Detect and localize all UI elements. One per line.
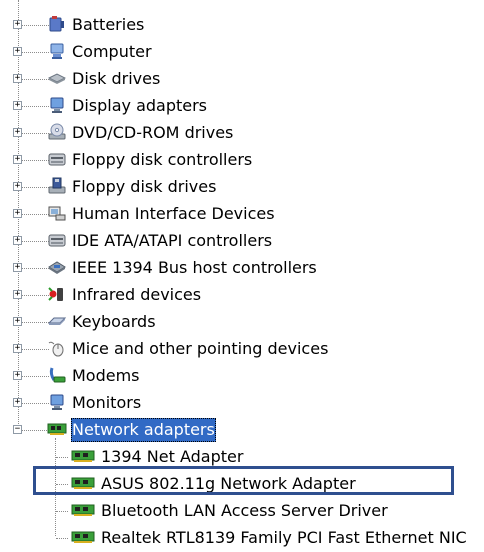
tree-item-keyboards[interactable]: + Keyboards [0, 309, 484, 336]
tree-item-bluetooth-lan-access-server-driver[interactable]: Bluetooth LAN Access Server Driver [0, 498, 484, 525]
expand-icon[interactable]: + [13, 371, 22, 380]
computer-icon [47, 42, 67, 62]
tree-item-realtek-rtl8139-family-pci-fast-ethernet-nic[interactable]: Realtek RTL8139 Family PCI Fast Ethernet… [0, 525, 484, 552]
expand-icon[interactable]: + [13, 20, 22, 29]
tree-item-modems[interactable]: + Modems [0, 363, 484, 390]
expand-icon[interactable]: + [13, 344, 22, 353]
tree-item-label: Batteries [72, 15, 145, 34]
collapse-icon[interactable]: − [13, 425, 22, 434]
expand-icon[interactable]: + [13, 47, 22, 56]
hid-icon [47, 204, 67, 224]
battery-icon [47, 15, 67, 35]
expand-icon[interactable]: + [13, 236, 22, 245]
tree-item-ide-ata-atapi-controllers[interactable]: + IDE ATA/ATAPI controllers [0, 228, 484, 255]
expand-icon[interactable]: + [13, 182, 22, 191]
tree-item-label: Mice and other pointing devices [72, 339, 329, 358]
expand-icon[interactable]: + [13, 290, 22, 299]
expand-icon[interactable]: + [13, 398, 22, 407]
display-adapter-icon [47, 96, 67, 116]
cd-drive-icon [47, 123, 67, 143]
tree-item-label: Floppy disk drives [72, 177, 217, 196]
tree-item-dvd-cd-rom-drives[interactable]: + DVD/CD-ROM drives [0, 120, 484, 147]
tree-item-monitors[interactable]: + Monitors [0, 390, 484, 417]
network-card-icon [68, 447, 98, 467]
tree-item-mice-and-other-pointing-devices[interactable]: + Mice and other pointing devices [0, 336, 484, 363]
tree-item-human-interface-devices[interactable]: + Human Interface Devices [0, 201, 484, 228]
mouse-icon [47, 339, 67, 359]
infrared-icon [47, 285, 67, 305]
expand-icon[interactable]: + [13, 263, 22, 272]
tree-item-floppy-disk-drives[interactable]: + Floppy disk drives [0, 174, 484, 201]
tree-item-ieee-1394-bus-host-controllers[interactable]: + IEEE 1394 Bus host controllers [0, 255, 484, 282]
tree-item-label: Display adapters [72, 96, 208, 115]
tree-item-label: Monitors [72, 393, 142, 412]
tree-item-floppy-disk-controllers[interactable]: + Floppy disk controllers [0, 147, 484, 174]
expand-icon[interactable]: + [13, 74, 22, 83]
disk-drive-icon [47, 69, 67, 89]
expand-icon[interactable]: + [13, 209, 22, 218]
tree-item-infrared-devices[interactable]: + Infrared devices [0, 282, 484, 309]
tree-item-display-adapters[interactable]: + Display adapters [0, 93, 484, 120]
ide-controller-icon [47, 231, 67, 251]
network-card-icon [68, 528, 98, 548]
tree-item-label: Bluetooth LAN Access Server Driver [101, 501, 388, 520]
network-adapter-icon [47, 420, 67, 440]
tree-item-network-adapters[interactable]: − Network adapters [0, 417, 484, 444]
network-card-icon [68, 501, 98, 521]
ieee1394-icon [47, 258, 67, 278]
tree-item-disk-drives[interactable]: + Disk drives [0, 66, 484, 93]
tree-item-label: Disk drives [72, 69, 161, 88]
tree-item-label: Human Interface Devices [72, 204, 275, 223]
tree-item-label: Keyboards [72, 312, 156, 331]
expand-icon[interactable]: + [13, 317, 22, 326]
tree-item-label: Modems [72, 366, 140, 385]
device-tree: + Batteries + Computer + Disk drives + D… [0, 0, 484, 547]
monitor-icon [47, 393, 67, 413]
tree-item-label: IEEE 1394 Bus host controllers [72, 258, 317, 277]
tree-item-label: Computer [72, 42, 152, 61]
highlight-box [33, 466, 454, 495]
tree-item-label: Infrared devices [72, 285, 202, 304]
tree-item-label: Network adapters [71, 418, 216, 442]
expand-icon[interactable]: + [13, 101, 22, 110]
tree-item-label: Realtek RTL8139 Family PCI Fast Ethernet… [101, 528, 467, 547]
tree-item-computer[interactable]: + Computer [0, 39, 484, 66]
keyboard-icon [47, 312, 67, 332]
tree-item-label: Floppy disk controllers [72, 150, 253, 169]
expand-icon[interactable]: + [13, 155, 22, 164]
modem-icon [47, 366, 67, 386]
controller-icon [47, 150, 67, 170]
tree-item-label: IDE ATA/ATAPI controllers [72, 231, 273, 250]
floppy-drive-icon [47, 177, 67, 197]
tree-item-batteries[interactable]: + Batteries [0, 12, 484, 39]
tree-item-label: DVD/CD-ROM drives [72, 123, 234, 142]
expand-icon[interactable]: + [13, 128, 22, 137]
